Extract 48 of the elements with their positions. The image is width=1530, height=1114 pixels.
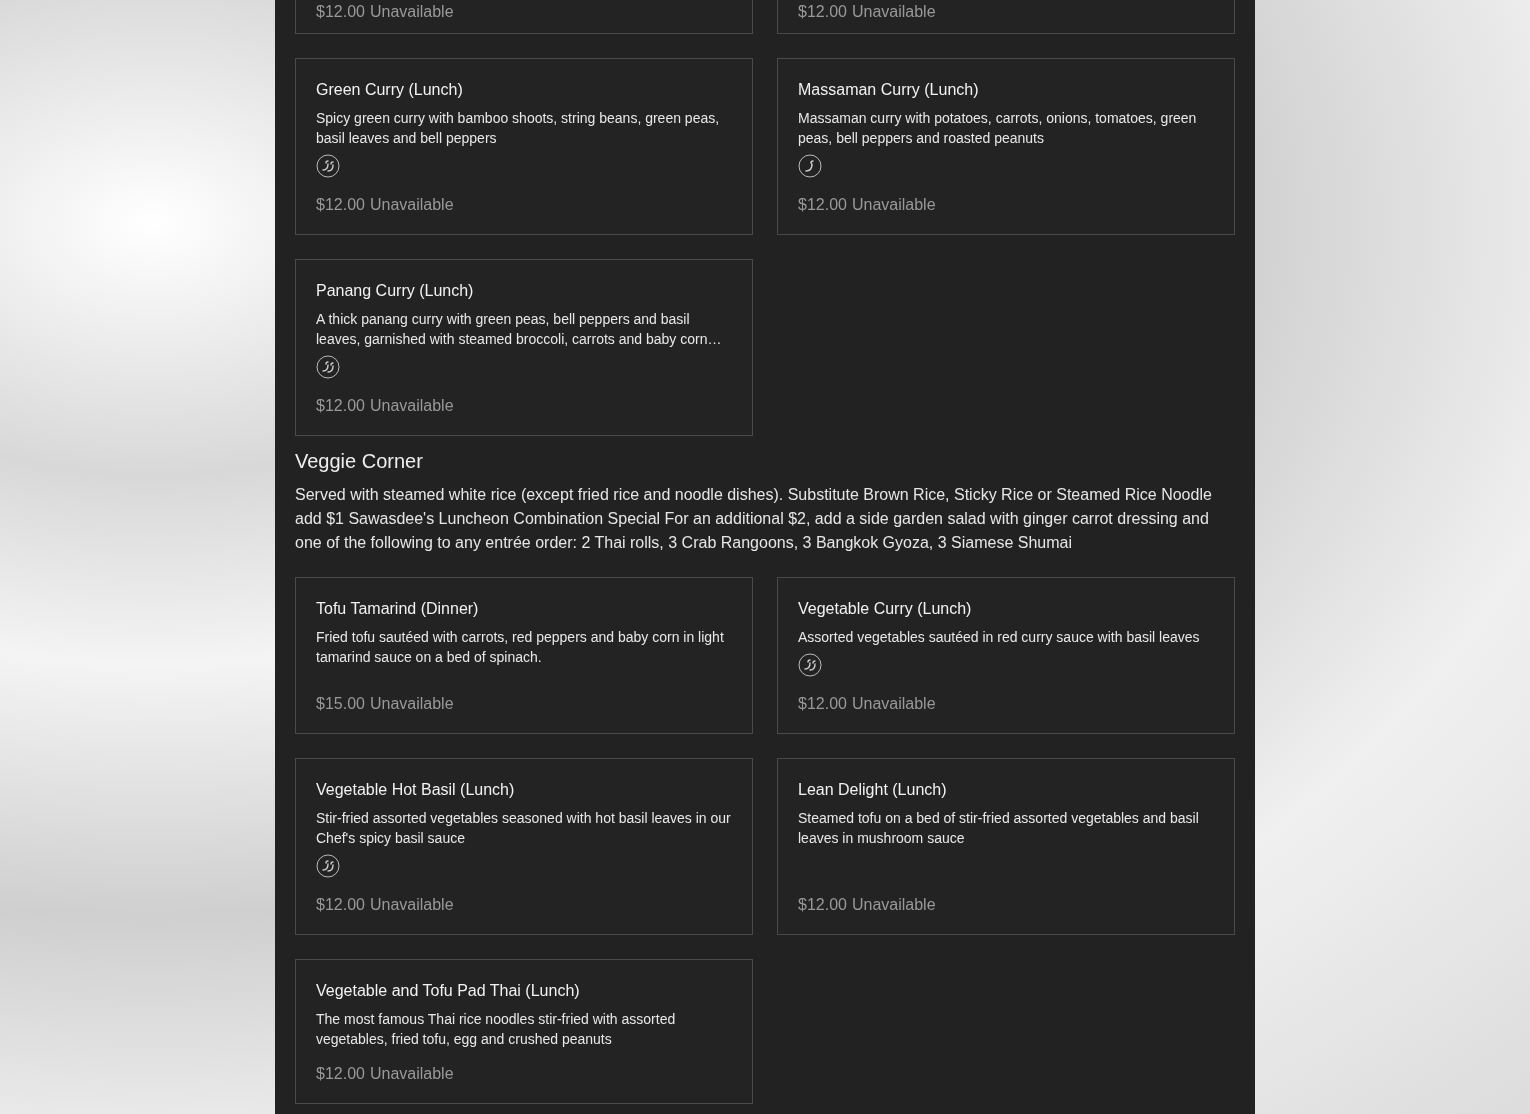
item-description: Stir-fried assorted vegetables seasoned with hot basil leaves in our Chef's spicy basil sauce xyxy=(316,809,732,848)
availability-status: Unavailable xyxy=(369,896,454,914)
availability-status: Unavailable xyxy=(369,1065,454,1083)
menu-item-card[interactable]: Vegetable Curry (Lunch) Assorted vegetables sautéed in red curry sauce with basil leaves $12.00 Unavailable xyxy=(777,577,1235,734)
availability-status: Unavailable xyxy=(851,3,936,21)
item-description: A thick panang curry with green peas, bell peppers and basil leaves, garnished with steamed broccoli, carrots and baby corn… xyxy=(316,310,723,349)
menu-item-card[interactable]: Massaman Curry (Lunch) Massaman curry with potatoes, carrots, onions, tomatoes, green peas, bell peppers and roasted peanuts $12.00 Unavailable xyxy=(777,58,1235,235)
availability-status: Unavailable xyxy=(369,397,454,415)
availability-status: Unavailable xyxy=(369,196,454,214)
item-description: Assorted vegetables sautéed in red curry sauce with basil leaves xyxy=(798,628,1201,647)
item-price: $12.00 xyxy=(316,397,365,415)
menu-item-card[interactable]: Lean Delight (Lunch) Steamed tofu on a bed of stir-fried assorted vegetables and basil leaves in mushroom sauce $12.00 Unavailable xyxy=(777,758,1235,935)
section-title: Veggie Corner xyxy=(295,450,424,473)
item-price: $15.00 xyxy=(316,695,365,713)
item-name: Tofu Tamarind (Dinner) xyxy=(316,600,480,618)
availability-status: Unavailable xyxy=(369,695,454,713)
item-name: Massaman Curry (Lunch) xyxy=(798,81,980,99)
item-price: $12.00 xyxy=(798,3,847,21)
item-description: Spicy green curry with bamboo shoots, string beans, green peas, basil leaves and bell peppers xyxy=(316,109,721,148)
availability-status: Unavailable xyxy=(851,695,936,713)
item-price: $12.00 xyxy=(316,896,365,914)
menu-item-card[interactable]: Tofu Tamarind (Dinner) Fried tofu sautéed with carrots, red peppers and baby corn in light tamarind sauce on a bed of spinach. $15.00 Unavailable xyxy=(295,577,753,734)
item-description: Steamed tofu on a bed of stir-fried assorted vegetables and basil leaves in mushroom sauce xyxy=(798,809,1200,848)
item-price: $12.00 xyxy=(316,3,365,21)
menu-item-card[interactable]: $12.00 Unavailable xyxy=(295,0,753,34)
menu-item-card[interactable]: Panang Curry (Lunch) A thick panang curry with green peas, bell peppers and basil leaves, garnished with steamed broccoli, carrots and baby corn… $12.00 Unavailable xyxy=(295,259,753,436)
item-name: Vegetable Curry (Lunch) xyxy=(798,600,973,618)
item-price: $12.00 xyxy=(798,196,847,214)
item-description: Massaman curry with potatoes, carrots, onions, tomatoes, green peas, bell peppers and roasted peanuts xyxy=(798,109,1198,148)
item-description: The most famous Thai rice noodles stir-fried with assorted vegetables, fried tofu, egg and crushed peanuts xyxy=(316,1010,677,1049)
availability-status: Unavailable xyxy=(851,196,936,214)
item-name: Vegetable Hot Basil (Lunch) xyxy=(316,781,516,799)
availability-status: Unavailable xyxy=(369,3,454,21)
item-name: Vegetable and Tofu Pad Thai (Lunch) xyxy=(316,982,581,1000)
item-price: $12.00 xyxy=(798,896,847,914)
item-price: $12.00 xyxy=(316,1065,365,1083)
menu-item-card[interactable]: Vegetable Hot Basil (Lunch) Stir-fried assorted vegetables seasoned with hot basil leaves in our Chef's spicy basil sauce $12.00 Unavailable xyxy=(295,758,753,935)
item-name: Panang Curry (Lunch) xyxy=(316,282,475,300)
section-description: Served with steamed white rice (except fried rice and noodle dishes). Substitute Brown Rice, Sticky Rice or Steamed Rice Noodle add $1 Sawasdee's Luncheon Combination Special For an additional $2, add a side garden salad with ginger carrot dressing and one of the following to any entrée order: 2 Thai rolls, 3 Crab Rangoons, 3 Bangkok Gyoza, 3 Siamese Shumai xyxy=(295,485,1213,553)
menu-item-card[interactable]: Vegetable and Tofu Pad Thai (Lunch) The most famous Thai rice noodles stir-fried with assorted vegetables, fried tofu, egg and crushed peanuts $12.00 Unavailable xyxy=(295,959,753,1104)
item-name: Green Curry (Lunch) xyxy=(316,81,464,99)
menu-item-card[interactable]: $12.00 Unavailable xyxy=(777,0,1235,34)
menu-item-card[interactable]: Green Curry (Lunch) Spicy green curry with bamboo shoots, string beans, green peas, basil leaves and bell peppers $12.00 Unavailable xyxy=(295,58,753,235)
item-price: $12.00 xyxy=(798,695,847,713)
item-name: Lean Delight (Lunch) xyxy=(798,781,948,799)
item-description: Fried tofu sautéed with carrots, red peppers and baby corn in light tamarind sauce on a bed of spinach. xyxy=(316,628,725,667)
availability-status: Unavailable xyxy=(851,896,936,914)
item-price: $12.00 xyxy=(316,196,365,214)
